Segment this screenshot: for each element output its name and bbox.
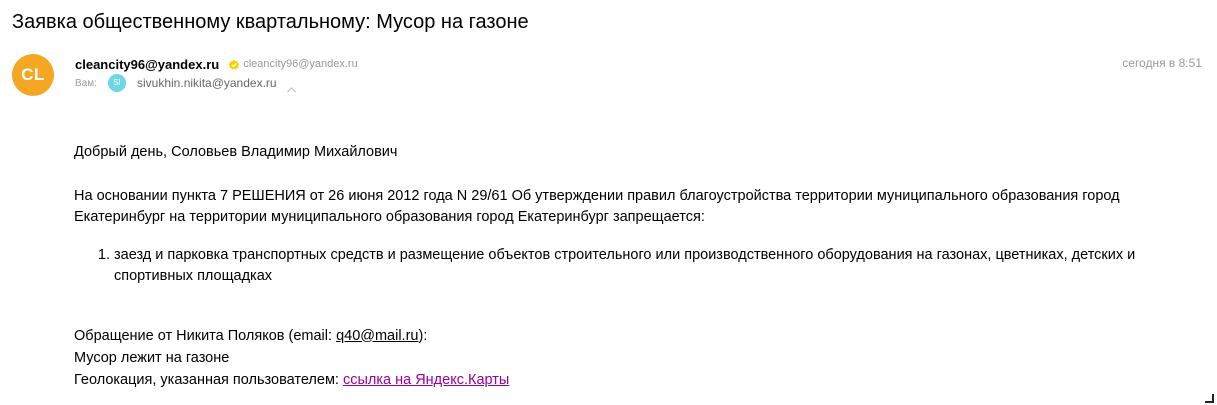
geo-prefix: Геолокация, указанная пользователем: bbox=[74, 371, 343, 388]
sender-email[interactable]: cleancity96@yandex.ru bbox=[243, 58, 358, 70]
appeal-block: Обращение от Никита Поляков (email: q40@… bbox=[74, 325, 1184, 391]
email-view: Заявка общественному квартальному: Мусор… bbox=[0, 0, 1217, 405]
appeal-suffix: ): bbox=[418, 327, 428, 344]
appeal-email-link[interactable]: q40@mail.ru bbox=[336, 328, 418, 344]
appeal-prefix: Обращение от Никита Поляков (email: bbox=[74, 327, 337, 344]
appeal-author-line: Обращение от Никита Поляков (email: q40@… bbox=[74, 325, 1184, 347]
recipient-avatar[interactable]: SI bbox=[108, 74, 126, 92]
yandex-maps-link[interactable]: ссылка на Яндекс.Карты bbox=[343, 372, 509, 388]
verified-badge-icon bbox=[228, 58, 240, 70]
sender-name[interactable]: cleancity96@yandex.ru bbox=[75, 57, 219, 72]
sender-avatar[interactable]: CL bbox=[12, 54, 54, 96]
resize-handle[interactable] bbox=[1205, 394, 1214, 403]
chevron-up-icon[interactable] bbox=[286, 80, 296, 93]
prohibition-list: заезд и парковка транспортных средств и … bbox=[74, 245, 1184, 288]
email-subject: Заявка общественному квартальному: Мусор… bbox=[12, 11, 529, 33]
appeal-text: Мусор лежит на газоне bbox=[74, 349, 230, 366]
sender-line: cleancity96@yandex.ru cleancity96@yandex… bbox=[75, 55, 358, 73]
list-item: заезд и парковка транспортных средств и … bbox=[114, 245, 1184, 288]
message-date: сегодня в 8:51 bbox=[1122, 56, 1202, 70]
regulation-paragraph: На основании пункта 7 РЕШЕНИЯ от 26 июня… bbox=[74, 187, 1120, 226]
recipient-label: Вам: bbox=[75, 77, 97, 89]
recipient-email[interactable]: sivukhin.nikita@yandex.ru bbox=[137, 76, 277, 90]
recipient-line: Вам: SI sivukhin.nikita@yandex.ru bbox=[75, 73, 296, 93]
geolocation-line: Геолокация, указанная пользователем: ссы… bbox=[74, 369, 1184, 391]
message-body: Добрый день, Соловьев Владимир Михайлови… bbox=[74, 142, 1184, 391]
greeting-text: Добрый день, Соловьев Владимир Михайлови… bbox=[74, 144, 398, 160]
